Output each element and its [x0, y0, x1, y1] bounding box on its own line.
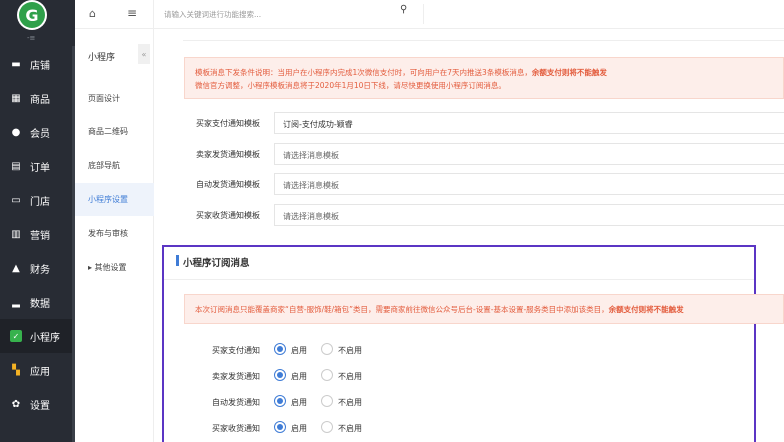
sidebar-item-store[interactable]: ▬ 店铺	[0, 47, 72, 81]
sidebar-item-label: 门店	[30, 196, 50, 208]
subnav-item-miniprogram-settings[interactable]: 小程序设置	[75, 183, 154, 216]
sidebar-item-member[interactable]: ● 会员	[0, 115, 72, 149]
disable-label: 不启用	[338, 424, 362, 433]
sidebar-item-label: 设置	[30, 400, 50, 412]
sidebar-item-settings[interactable]: ✿ 设置	[0, 387, 72, 421]
notice-bold-text: 余额支付则将不能触发	[608, 305, 684, 314]
disable-radio[interactable]	[321, 395, 333, 407]
sidebar-item-label: 应用	[30, 366, 50, 378]
notice-text-line2: 微信官方调整，小程序模板消息将于2020年1月10日下线，请尽快更换使用小程序订…	[195, 81, 506, 90]
finance-icon: ▲	[12, 262, 20, 274]
enable-label: 启用	[291, 346, 307, 355]
notice-bold-text: 余额支付则将不能触发	[531, 68, 607, 77]
sidebar-item-data[interactable]: ▂ 数据	[0, 285, 72, 319]
data-icon: ▂	[12, 296, 20, 308]
logo-mark: G	[19, 2, 45, 28]
sidebar-item-apps[interactable]: ▚ 应用	[0, 353, 72, 387]
notice-text: 模板消息下发条件说明：当用户在小程序内完成1次微信支付时，可向用户在7天内推送3…	[195, 68, 532, 77]
sidebar-item-goods[interactable]: ▦ 商品	[0, 81, 72, 115]
enable-radio[interactable]	[274, 343, 286, 355]
sidebar-item-shop[interactable]: ▭ 门店	[0, 183, 72, 217]
form-row-buyer-receive: 买家收货通知模板 请选择消息模板	[184, 202, 784, 228]
menu-icon[interactable]: ≡	[127, 6, 137, 20]
sidebar-item-label: 订单	[30, 162, 50, 174]
sidebar-item-label: 店铺	[30, 60, 50, 72]
subnav-item-bottom-nav[interactable]: 底部导航	[75, 149, 154, 182]
sidebar-item-label: 财务	[30, 264, 50, 276]
apps-icon: ▚	[12, 364, 20, 376]
section-title: 小程序订阅消息	[183, 258, 250, 269]
store-icon: ▬	[11, 58, 21, 70]
sidebar-toggle-icon[interactable]: -≡	[27, 34, 35, 42]
order-icon: ▤	[11, 160, 21, 172]
disable-label: 不启用	[338, 346, 362, 355]
shop-icon: ▭	[11, 194, 21, 206]
topbar-left: ⌂ ≡	[75, 0, 154, 29]
divider	[183, 40, 784, 41]
notice-text: 本次订阅消息只能覆盖商家“自营-服饰/鞋/箱包”类目，需要商家前往微信公众号后台…	[195, 305, 609, 314]
search-input[interactable]: 请输入关键词进行功能搜索...	[164, 4, 424, 24]
enable-label: 启用	[291, 372, 307, 381]
enable-label: 启用	[291, 398, 307, 407]
disable-radio[interactable]	[321, 369, 333, 381]
sidebar-item-miniprogram[interactable]: ✓ 小程序	[0, 319, 72, 353]
template-message-notice: 模板消息下发条件说明：当用户在小程序内完成1次微信支付时，可向用户在7天内推送3…	[184, 57, 784, 99]
miniprogram-icon: ✓	[10, 330, 22, 342]
form-row-buyer-pay: 买家支付通知模板 订阅-支付成功-颖睿	[184, 110, 784, 136]
subscribe-row-buyer-pay: 买家支付通知 启用 不启用	[184, 337, 684, 363]
search-icon[interactable]: ⚲	[400, 4, 407, 15]
top-bar: 请输入关键词进行功能搜索... ⚲	[154, 0, 784, 29]
subnav-item-qrcode[interactable]: 商品二维码	[75, 115, 154, 148]
subnav-collapse-button[interactable]: «	[138, 44, 150, 64]
radio-row-label: 卖家发货通知	[212, 372, 260, 381]
subscribe-row-auto-ship: 自动发货通知 启用 不启用	[184, 389, 684, 415]
sidebar-item-label: 商品	[30, 94, 50, 106]
divider	[164, 279, 754, 280]
form-label: 自动发货通知模板	[196, 180, 260, 189]
sidebar-item-label: 会员	[30, 128, 50, 140]
enable-radio[interactable]	[274, 395, 286, 407]
home-icon[interactable]: ⌂	[89, 7, 96, 20]
subnav-item-publish[interactable]: 发布与审核	[75, 217, 154, 250]
subscribe-notice: 本次订阅消息只能覆盖商家“自营-服饰/鞋/箱包”类目，需要商家前往微信公众号后台…	[184, 294, 784, 324]
sidebar-item-label: 小程序	[30, 332, 60, 344]
enable-radio[interactable]	[274, 421, 286, 433]
subscribe-row-seller-ship: 卖家发货通知 启用 不启用	[184, 363, 684, 389]
disable-label: 不启用	[338, 398, 362, 407]
enable-radio[interactable]	[274, 369, 286, 381]
form-row-seller-ship: 卖家发货通知模板 请选择消息模板	[184, 141, 784, 167]
subnav-title: 小程序	[88, 53, 116, 63]
subnav-item-page-design[interactable]: 页面设计	[75, 82, 154, 115]
disable-radio[interactable]	[321, 421, 333, 433]
sidebar-item-order[interactable]: ▤ 订单	[0, 149, 72, 183]
subscribe-row-buyer-receive: 买家收货通知 启用 不启用	[184, 415, 684, 441]
radio-row-label: 买家支付通知	[212, 346, 260, 355]
settings-icon: ✿	[11, 398, 21, 410]
marketing-icon: ▥	[11, 228, 21, 240]
sidebar-item-label: 营销	[30, 230, 50, 242]
form-label: 买家支付通知模板	[196, 119, 260, 128]
radio-row-label: 买家收货通知	[212, 424, 260, 433]
radio-row-label: 自动发货通知	[212, 398, 260, 407]
sidebar-item-marketing[interactable]: ▥ 营销	[0, 217, 72, 251]
form-row-auto-ship: 自动发货通知模板 请选择消息模板	[184, 171, 784, 197]
enable-label: 启用	[291, 424, 307, 433]
form-label: 买家收货通知模板	[196, 211, 260, 220]
member-icon: ●	[11, 126, 21, 138]
template-select[interactable]: 请选择消息模板	[274, 204, 784, 226]
subnav-item-other-settings[interactable]: ▸ 其他设置	[75, 251, 154, 284]
form-label: 卖家发货通知模板	[196, 150, 260, 159]
disable-radio[interactable]	[321, 343, 333, 355]
section-title-marker	[176, 255, 179, 266]
template-select[interactable]: 订阅-支付成功-颖睿	[274, 112, 784, 134]
template-select[interactable]: 请选择消息模板	[274, 173, 784, 195]
logo[interactable]: G	[17, 0, 47, 30]
disable-label: 不启用	[338, 372, 362, 381]
sidebar-item-label: 数据	[30, 298, 50, 310]
goods-icon: ▦	[11, 92, 21, 104]
main-sidebar: G -≡ ▬ 店铺 ▦ 商品 ● 会员 ▤ 订单 ▭ 门店 ▥ 营销 ▲ 财务 …	[0, 0, 75, 442]
sidebar-item-finance[interactable]: ▲ 财务	[0, 251, 72, 285]
template-select[interactable]: 请选择消息模板	[274, 143, 784, 165]
